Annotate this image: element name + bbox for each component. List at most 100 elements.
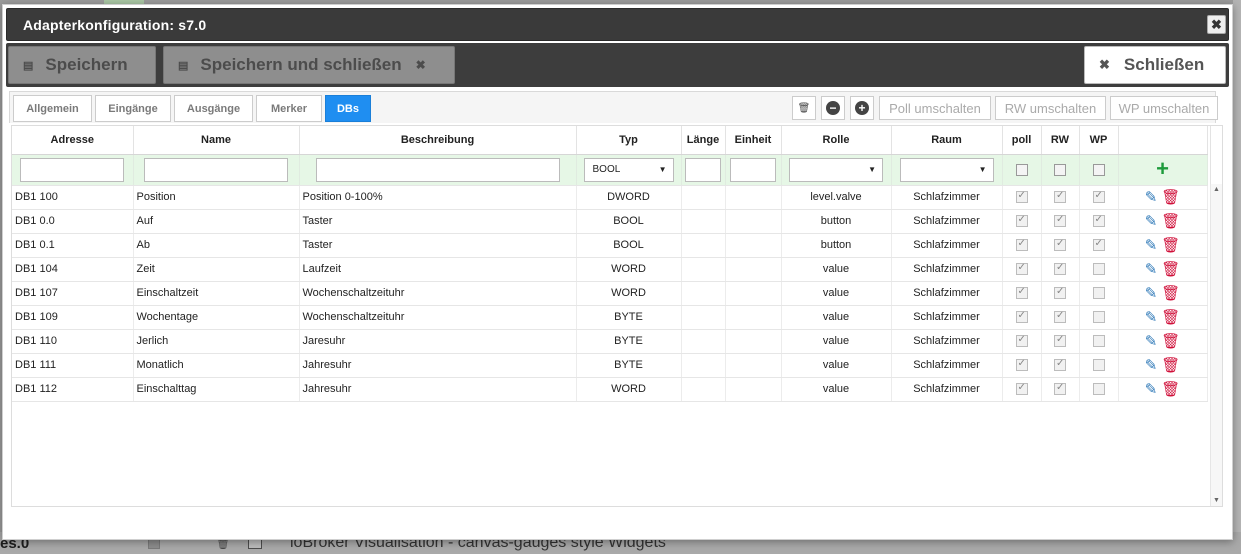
new-name-input[interactable] [144, 157, 288, 182]
new-adresse-input[interactable] [20, 157, 125, 182]
trash-icon[interactable]: 🗑 [1161, 333, 1180, 350]
trash-icon[interactable]: 🗑 [1161, 261, 1180, 278]
save-button[interactable]: ▤ Speichern [8, 46, 156, 84]
plus-circle-icon: + [855, 101, 869, 115]
cell-poll [1002, 377, 1042, 402]
rw-checkbox [1054, 214, 1066, 228]
save-and-close-button[interactable]: ▤ Speichern und schließen ✖ [163, 46, 455, 84]
cell-name: Einschaltzeit [133, 281, 300, 306]
pencil-icon[interactable]: ✎ [1145, 381, 1158, 398]
table-row[interactable]: DB1 0.1AbTasterBOOL buttonSchlafzimmer ✎🗑 [12, 233, 1208, 258]
table-row[interactable]: DB1 111 Monatlich Jahresuhr BYTE value Schlaf… [12, 353, 1208, 378]
tab-dbs[interactable]: DBs [325, 95, 371, 122]
cell-wp [1079, 353, 1119, 378]
cell-wp [1079, 209, 1119, 234]
cell-raum: Schlafzimmer [891, 353, 1003, 378]
pencil-icon[interactable]: ✎ [1145, 285, 1158, 302]
table-row[interactable]: DB1 107 Einschaltzeit Wochenschaltzeituhr W… [12, 281, 1208, 306]
rw-checkbox [1054, 238, 1066, 252]
new-laenge-input[interactable] [685, 157, 721, 182]
rw-checkbox [1054, 334, 1066, 348]
trash-icon[interactable]: 🗑 [1161, 237, 1180, 254]
trash-icon[interactable]: 🗑 [1161, 357, 1180, 374]
cell-beschreibung: Laufzeit [299, 257, 577, 282]
tab-allgemein[interactable]: Allgemein [13, 95, 92, 122]
cell-einheit [725, 353, 782, 378]
pencil-icon[interactable]: ✎ [1145, 237, 1158, 254]
col-header-raum[interactable]: Raum [891, 126, 1003, 155]
scroll-up-icon[interactable]: ▲ [1213, 186, 1220, 193]
new-einheit-input[interactable] [730, 157, 776, 182]
cell-name: Position [133, 185, 300, 210]
wp-toggle-button[interactable]: WP umschalten [1110, 96, 1218, 120]
col-header-laenge[interactable]: Länge [681, 126, 726, 155]
cell-rw [1041, 305, 1080, 330]
new-typ-select[interactable]: BOOL ▼ [583, 157, 674, 182]
cell-poll [1002, 353, 1042, 378]
cell-rw [1041, 281, 1080, 306]
cell-laenge [681, 281, 726, 306]
col-header-typ[interactable]: Typ [576, 126, 682, 155]
col-header-einheit[interactable]: Einheit [725, 126, 782, 155]
dialog-close-icon[interactable]: ✖ [1207, 15, 1226, 34]
new-rolle-select[interactable]: ▼ [789, 157, 883, 182]
add-row-icon[interactable]: + [1156, 156, 1169, 181]
col-header-poll[interactable]: poll [1002, 126, 1042, 155]
table-row[interactable]: DB1 110 Jerlich Jaresuhr BYTE value Schlafzim… [12, 329, 1208, 354]
cell-rolle: value [781, 281, 892, 306]
new-raum-select[interactable]: ▼ [899, 157, 994, 182]
cell-rw [1041, 185, 1080, 210]
cell-rw [1041, 233, 1080, 258]
pencil-icon[interactable]: ✎ [1145, 357, 1158, 374]
trash-icon[interactable]: 🗑 [1161, 309, 1180, 326]
scroll-down-icon[interactable]: ▼ [1213, 497, 1220, 504]
tab-merker[interactable]: Merker [256, 95, 322, 122]
cell-typ: BOOL [576, 209, 682, 234]
pencil-icon[interactable]: ✎ [1145, 333, 1158, 350]
poll-checkbox [1015, 286, 1028, 300]
new-beschreibung-input[interactable] [315, 157, 560, 182]
cell-beschreibung: Jaresuhr [299, 329, 577, 354]
col-header-rw[interactable]: RW [1041, 126, 1080, 155]
cell-wp [1079, 281, 1119, 306]
cell-rolle: value [781, 329, 892, 354]
pencil-icon[interactable]: ✎ [1145, 309, 1158, 326]
rw-toggle-button[interactable]: RW umschalten [995, 96, 1106, 120]
col-header-beschreibung[interactable]: Beschreibung [299, 126, 577, 155]
table-row[interactable]: DB1 112 Einschalttag Jahresuhr WORD value Sch… [12, 377, 1208, 402]
col-header-wp[interactable]: WP [1079, 126, 1119, 155]
table-scrollbar[interactable]: ▲ ▼ [1210, 184, 1222, 506]
new-rw-checkbox[interactable] [1054, 163, 1066, 176]
table-row[interactable]: DB1 0.0AufTasterBOOL buttonSchlafzimmer ✎🗑 [12, 209, 1208, 234]
close-button-label: Schließen [1123, 55, 1205, 74]
poll-checkbox [1015, 262, 1028, 276]
col-header-name[interactable]: Name [133, 126, 300, 155]
poll-toggle-button[interactable]: Poll umschalten [879, 96, 991, 120]
tab-ausgaenge[interactable]: Ausgänge [174, 95, 253, 122]
new-poll-checkbox[interactable] [1015, 163, 1028, 176]
pencil-icon[interactable]: ✎ [1145, 189, 1158, 206]
cell-wp [1079, 377, 1119, 402]
pencil-icon[interactable]: ✎ [1145, 213, 1158, 230]
cell-einheit [725, 185, 782, 210]
col-header-adresse[interactable]: Adresse [12, 126, 134, 155]
cell-rolle: button [781, 233, 892, 258]
cell-rw [1041, 329, 1080, 354]
col-header-rolle[interactable]: Rolle [781, 126, 892, 155]
trash-icon[interactable]: 🗑 [1161, 285, 1180, 302]
table-row[interactable]: DB1 100 Position Position 0-100% DWORD level… [12, 185, 1208, 210]
cell-typ: WORD [576, 377, 682, 402]
table-row[interactable]: DB1 109 Wochentage Wochenschaltzeituhr BYTE… [12, 305, 1208, 330]
tab-eingaenge[interactable]: Eingänge [95, 95, 171, 122]
pencil-icon[interactable]: ✎ [1145, 261, 1158, 278]
delete-all-button[interactable]: 🗑 [792, 96, 816, 120]
close-button[interactable]: ✖ Schließen [1084, 46, 1226, 84]
remove-button[interactable]: − [821, 96, 845, 120]
new-wp-checkbox[interactable] [1092, 163, 1105, 176]
trash-icon[interactable]: 🗑 [1161, 381, 1180, 398]
add-button[interactable]: + [850, 96, 874, 120]
trash-icon[interactable]: 🗑 [1161, 213, 1180, 230]
trash-icon[interactable]: 🗑 [1161, 189, 1180, 206]
table-row[interactable]: DB1 104 Zeit Laufzeit WORD value Schlafzimmer… [12, 257, 1208, 282]
rw-checkbox [1054, 286, 1066, 300]
